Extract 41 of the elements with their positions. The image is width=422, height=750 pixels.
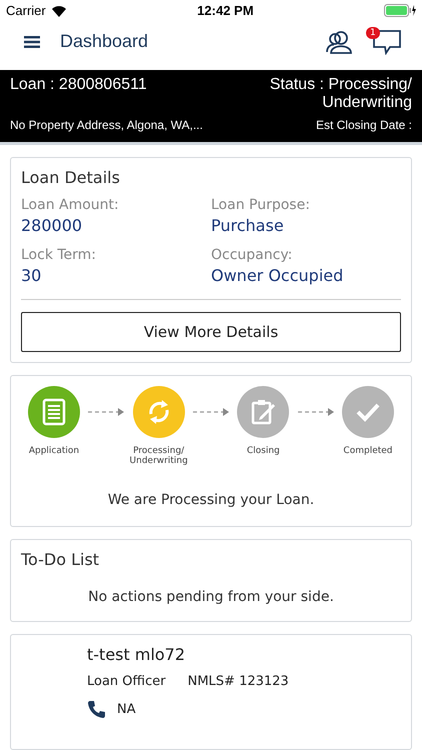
officer-role: Loan Officer <box>87 674 166 689</box>
document-icon <box>42 398 66 426</box>
step-label: Processing/ Underwriting <box>128 446 189 466</box>
menu-icon[interactable] <box>24 36 40 48</box>
arrow-connector <box>88 407 124 417</box>
arrow-connector <box>192 407 229 417</box>
card-title: Loan Details <box>21 168 121 187</box>
people-icon[interactable] <box>326 30 352 54</box>
property-address: No Property Address, Algona, WA,... <box>10 118 203 132</box>
page-title: Dashboard <box>60 31 150 52</box>
loan-status: Status : Processing/ Underwriting <box>268 76 412 112</box>
phone-icon[interactable] <box>87 699 107 719</box>
step-label: Application <box>28 446 80 456</box>
notification-badge: 1 <box>366 26 380 39</box>
wifi-icon <box>50 4 67 17</box>
view-details-button[interactable]: View More Details <box>21 312 401 352</box>
todo-message: No actions pending from your side. <box>87 589 335 605</box>
arrow-connector <box>298 407 334 417</box>
field-label: Occupancy: <box>211 247 294 263</box>
step-label: Completed <box>343 446 393 456</box>
clock: 12:42 PM <box>197 3 254 18</box>
loan-number: Loan : 2800806511 <box>10 76 147 95</box>
field-label: Loan Amount: <box>21 197 120 213</box>
field-value: 30 <box>21 266 42 285</box>
check-icon <box>354 401 381 423</box>
card-title: To-Do List <box>21 550 100 569</box>
clipboard-icon <box>249 398 278 426</box>
field-label: Loan Purpose: <box>211 197 311 213</box>
carrier-name: Carrier <box>6 3 46 18</box>
officer-name: t-test mlo72 <box>87 645 186 664</box>
progress-message: We are Processing your Loan. <box>106 492 316 508</box>
field-value: Purchase <box>211 216 285 235</box>
field-value: Owner Occupied <box>211 266 344 285</box>
phone-number: NA <box>117 702 136 716</box>
step-label: Closing <box>246 446 280 456</box>
closing-date: Est Closing Date : <box>316 118 412 132</box>
chat-icon[interactable] <box>372 28 402 55</box>
field-value: 280000 <box>21 216 84 235</box>
nmls-number: NMLS# 123123 <box>188 674 289 689</box>
field-label: Lock Term: <box>21 247 98 263</box>
battery-icon <box>384 4 416 18</box>
